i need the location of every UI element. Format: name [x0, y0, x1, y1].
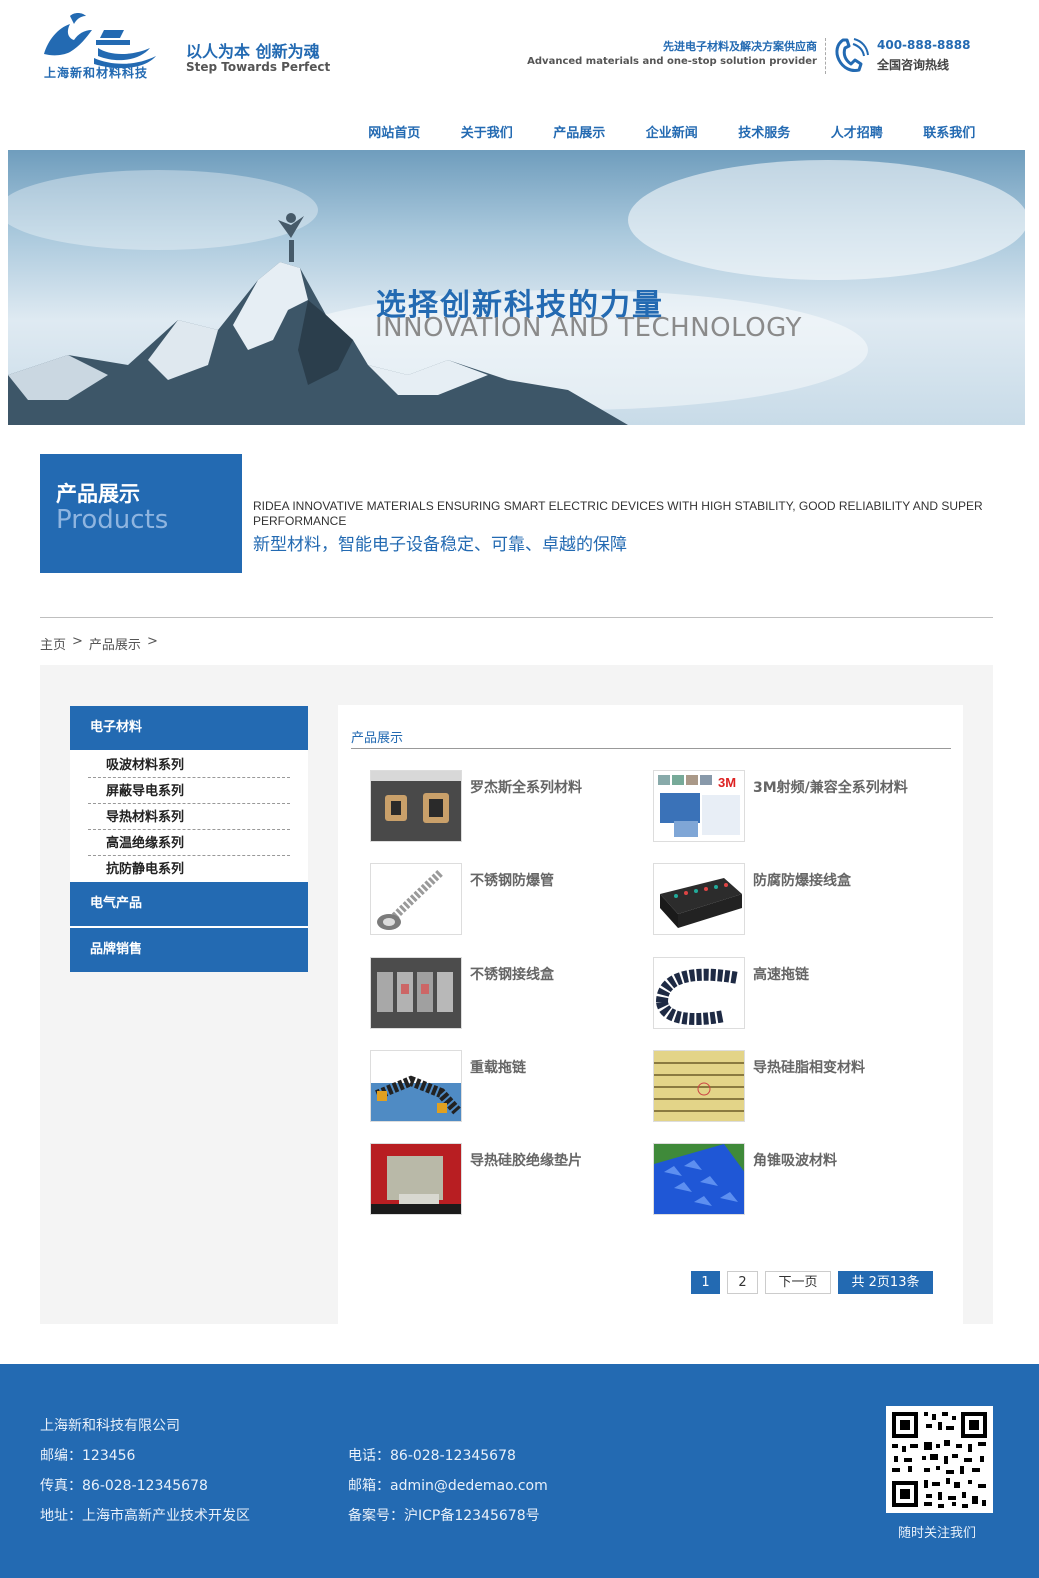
product-thumbnail — [370, 863, 462, 935]
hotline-label: 全国咨询热线 — [877, 58, 950, 72]
product-name[interactable]: 不锈钢接线盒 — [470, 966, 625, 985]
product-name[interactable]: 3M射频/兼容全系列材料 — [753, 779, 908, 798]
footer-address: 地址：上海市高新产业技术开发区 — [40, 1508, 250, 1524]
product-item[interactable]: 导热硅胶绝缘垫片 — [370, 1143, 630, 1217]
footer-email[interactable]: 邮箱：admin@dedemao.com — [348, 1475, 548, 1495]
product-thumbnail — [370, 770, 462, 842]
footer-icp[interactable]: 备案号：沪ICP备12345678号 — [348, 1505, 540, 1525]
product-thumbnail — [370, 1050, 462, 1122]
sidebar-item-antistatic[interactable]: 抗防静电系列 — [88, 856, 290, 882]
sidebar-category-electrical-products[interactable]: 电气产品 — [70, 882, 308, 926]
svg-text:3M: 3M — [718, 775, 736, 790]
product-item[interactable]: 角锥吸波材料 — [653, 1143, 913, 1217]
product-list-panel: 产品展示 罗杰斯全系列材料 3M 3M射频/兼容全系列材料 不锈钢防爆管 防腐防… — [338, 705, 963, 1324]
footer-postcode: 邮编：123456 — [40, 1448, 136, 1464]
sidebar-submenu: 吸波材料系列 屏蔽导电系列 导热材料系列 高温绝缘系列 抗防静电系列 — [70, 750, 308, 882]
product-item[interactable]: 罗杰斯全系列材料 — [370, 770, 630, 844]
product-thumbnail — [653, 863, 745, 935]
product-name[interactable]: 罗杰斯全系列材料 — [470, 779, 625, 798]
phone-icon — [835, 38, 869, 72]
product-thumbnail — [653, 1143, 745, 1215]
nav-products[interactable]: 产品展示 — [533, 122, 626, 141]
nav-jobs[interactable]: 人才招聘 — [811, 122, 904, 141]
sidebar: 电子材料 吸波材料系列 屏蔽导电系列 导热材料系列 高温绝缘系列 抗防静电系列 … — [70, 706, 308, 972]
sidebar-category-brand-sales[interactable]: 品牌销售 — [70, 928, 308, 972]
product-item[interactable]: 导热硅脂相变材料 — [653, 1050, 913, 1124]
sidebar-item-absorbing[interactable]: 吸波材料系列 — [88, 752, 290, 778]
footer: 上海新和科技有限公司 邮编：123456 电话：86-028-12345678 … — [0, 1364, 1039, 1578]
breadcrumb-home[interactable]: 主页 — [40, 634, 66, 653]
section-desc-en: RIDEA INNOVATIVE MATERIALS ENSURING SMAR… — [253, 499, 983, 528]
product-name[interactable]: 导热硅胶绝缘垫片 — [470, 1152, 625, 1171]
product-thumbnail — [370, 957, 462, 1029]
section-title-en: Products — [56, 505, 169, 535]
content-title: 产品展示 — [351, 731, 404, 746]
nav-tech-service[interactable]: 技术服务 — [718, 122, 811, 141]
hotline-number: 400-888-8888 — [877, 38, 971, 52]
product-thumbnail — [653, 957, 745, 1029]
breadcrumb-separator: > — [72, 634, 83, 649]
breadcrumb: 主页 > 产品展示 > — [40, 634, 158, 653]
sidebar-category-electronic-materials[interactable]: 电子材料 — [70, 706, 308, 750]
sidebar-item-thermal[interactable]: 导热材料系列 — [88, 804, 290, 830]
content-divider — [351, 748, 951, 749]
qr-label: 随时关注我们 — [898, 1526, 977, 1541]
product-item[interactable]: 高速拖链 — [653, 957, 913, 1031]
main-nav: 网站首页 关于我们 产品展示 企业新闻 技术服务 人才招聘 联系我们 — [348, 122, 996, 141]
section-title-cn: 产品展示 — [56, 482, 140, 506]
sidebar-item-shielding[interactable]: 屏蔽导电系列 — [88, 778, 290, 804]
tagline-cn: 先进电子材料及解决方案供应商 — [663, 40, 817, 53]
product-name[interactable]: 重载拖链 — [470, 1059, 625, 1078]
next-page-button[interactable]: 下一页 — [765, 1271, 831, 1294]
hero-banner: 选择创新科技的力量 INNOVATION AND TECHNOLOGY — [8, 150, 1025, 425]
product-name[interactable]: 不锈钢防爆管 — [470, 872, 625, 891]
product-thumbnail — [653, 1050, 745, 1122]
slogan-cn: 以人为本 创新为魂 — [186, 42, 320, 61]
footer-company: 上海新和科技有限公司 — [40, 1418, 180, 1434]
product-item[interactable]: 防腐防爆接线盒 — [653, 863, 913, 937]
product-thumbnail — [370, 1143, 462, 1215]
qr-code-icon — [886, 1406, 993, 1513]
page-1-button[interactable]: 1 — [691, 1271, 720, 1294]
header-divider — [825, 38, 826, 74]
breadcrumb-products[interactable]: 产品展示 — [89, 634, 141, 653]
product-thumbnail: 3M — [653, 770, 745, 842]
pagination-info: 共 2页13条 — [838, 1271, 933, 1294]
footer-phone: 电话：86-028-12345678 — [348, 1448, 516, 1464]
section-title-box: 产品展示 Products — [40, 454, 242, 573]
nav-news[interactable]: 企业新闻 — [626, 122, 719, 141]
page-2-button[interactable]: 2 — [727, 1271, 758, 1294]
nav-about[interactable]: 关于我们 — [441, 122, 534, 141]
nav-home[interactable]: 网站首页 — [348, 122, 441, 141]
product-name[interactable]: 防腐防爆接线盒 — [753, 872, 908, 891]
product-item[interactable]: 不锈钢接线盒 — [370, 957, 630, 1031]
footer-fax: 传真：86-028-12345678 — [40, 1478, 208, 1494]
product-name[interactable]: 导热硅脂相变材料 — [753, 1059, 908, 1078]
product-name[interactable]: 高速拖链 — [753, 966, 908, 985]
product-item[interactable]: 不锈钢防爆管 — [370, 863, 630, 937]
breadcrumb-separator: > — [146, 634, 158, 649]
section-desc-cn: 新型材料，智能电子设备稳定、可靠、卓越的保障 — [253, 535, 627, 555]
nav-contact[interactable]: 联系我们 — [903, 122, 996, 141]
banner-title-en: INNOVATION AND TECHNOLOGY — [375, 313, 802, 343]
tagline-en: Advanced materials and one-stop solution… — [527, 56, 817, 67]
pagination: 1 2 下一页 共 2页13条 — [691, 1271, 933, 1294]
product-item[interactable]: 3M 3M射频/兼容全系列材料 — [653, 770, 913, 844]
slogan-en: Step Towards Perfect — [186, 60, 331, 74]
product-name[interactable]: 角锥吸波材料 — [753, 1152, 908, 1171]
divider — [40, 617, 993, 618]
logo-text: 上海新和材料科技 — [44, 66, 149, 80]
sidebar-item-insulation[interactable]: 高温绝缘系列 — [88, 830, 290, 856]
product-item[interactable]: 重载拖链 — [370, 1050, 630, 1124]
